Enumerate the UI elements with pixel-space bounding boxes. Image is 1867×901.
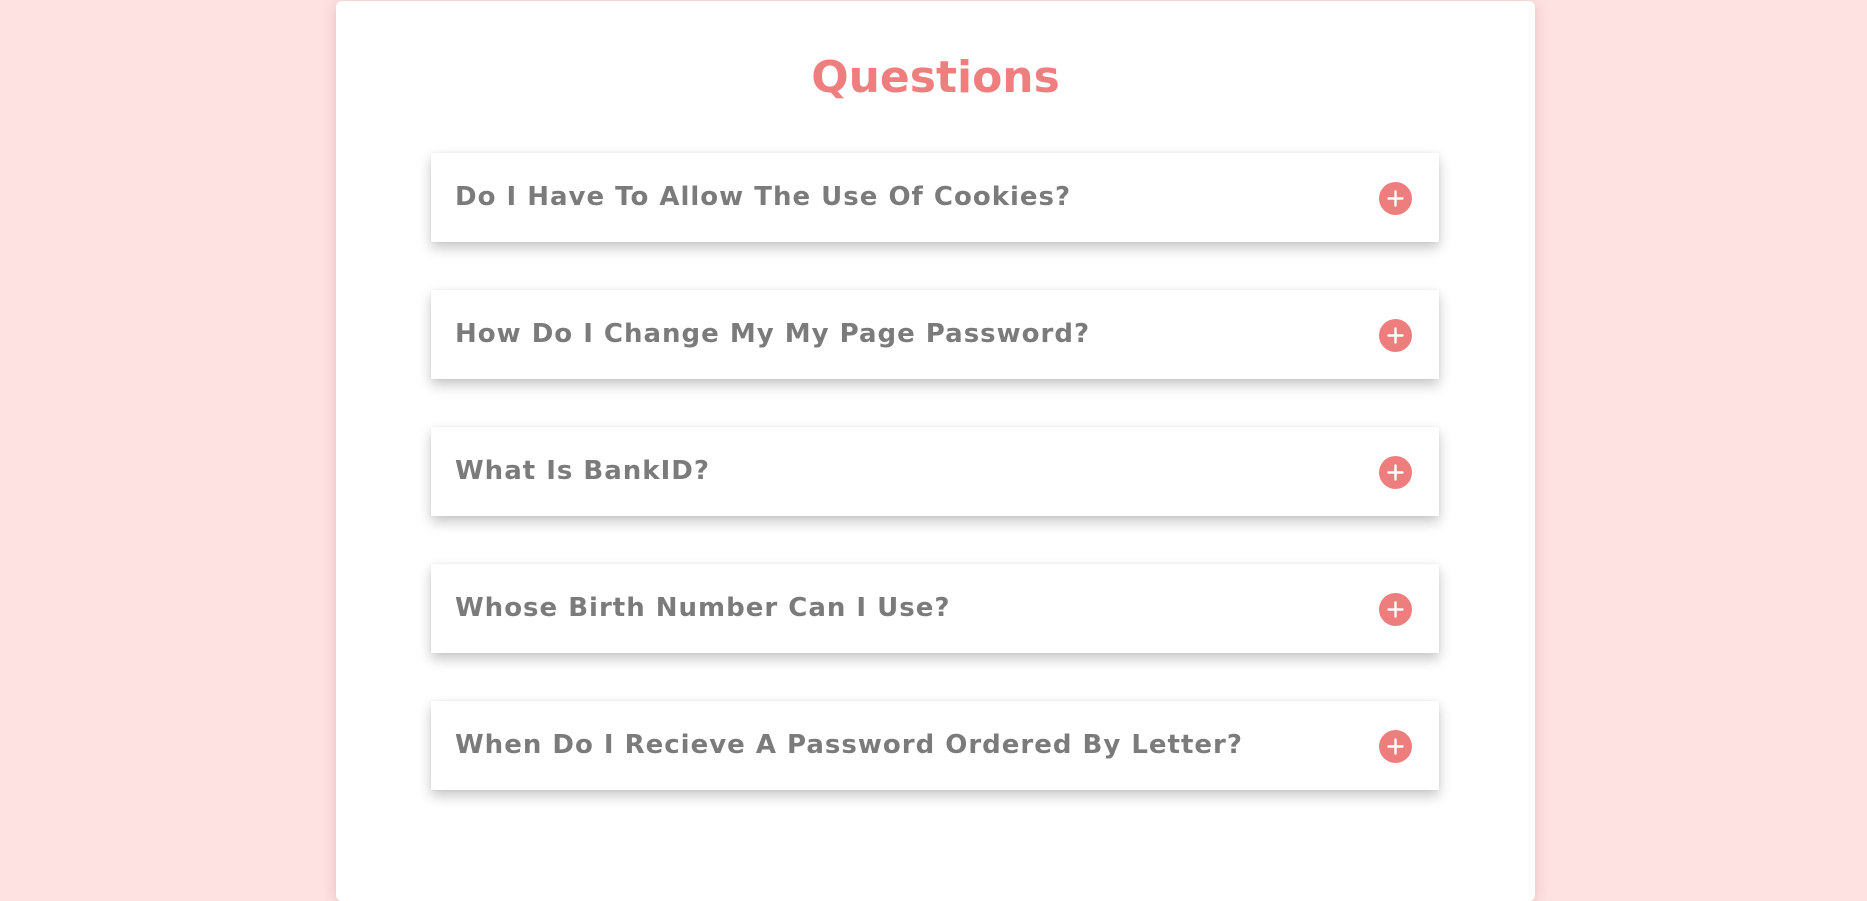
faq-item-password[interactable]: How Do I Change My My Page Password? xyxy=(431,290,1439,379)
faq-question: What Is BankID? xyxy=(455,456,710,486)
faq-item-letter-password[interactable]: When Do I Recieve A Password Ordered By … xyxy=(431,701,1439,790)
faq-list: Do I Have To Allow The Use Of Cookies? H… xyxy=(431,153,1439,838)
faq-question: Do I Have To Allow The Use Of Cookies? xyxy=(455,182,1072,212)
faq-card: Questions Do I Have To Allow The Use Of … xyxy=(336,1,1535,901)
page-title: Questions xyxy=(811,52,1060,103)
plus-circle-icon[interactable] xyxy=(1379,730,1412,763)
faq-question: How Do I Change My My Page Password? xyxy=(455,319,1091,349)
faq-question: Whose Birth Number Can I Use? xyxy=(455,593,951,623)
faq-item-cookies[interactable]: Do I Have To Allow The Use Of Cookies? xyxy=(431,153,1439,242)
plus-circle-icon[interactable] xyxy=(1379,456,1412,489)
plus-circle-icon[interactable] xyxy=(1379,319,1412,352)
faq-item-bankid[interactable]: What Is BankID? xyxy=(431,427,1439,516)
faq-question: When Do I Recieve A Password Ordered By … xyxy=(455,730,1243,760)
faq-item-birth-number[interactable]: Whose Birth Number Can I Use? xyxy=(431,564,1439,653)
plus-circle-icon[interactable] xyxy=(1379,593,1412,626)
plus-circle-icon[interactable] xyxy=(1379,182,1412,215)
